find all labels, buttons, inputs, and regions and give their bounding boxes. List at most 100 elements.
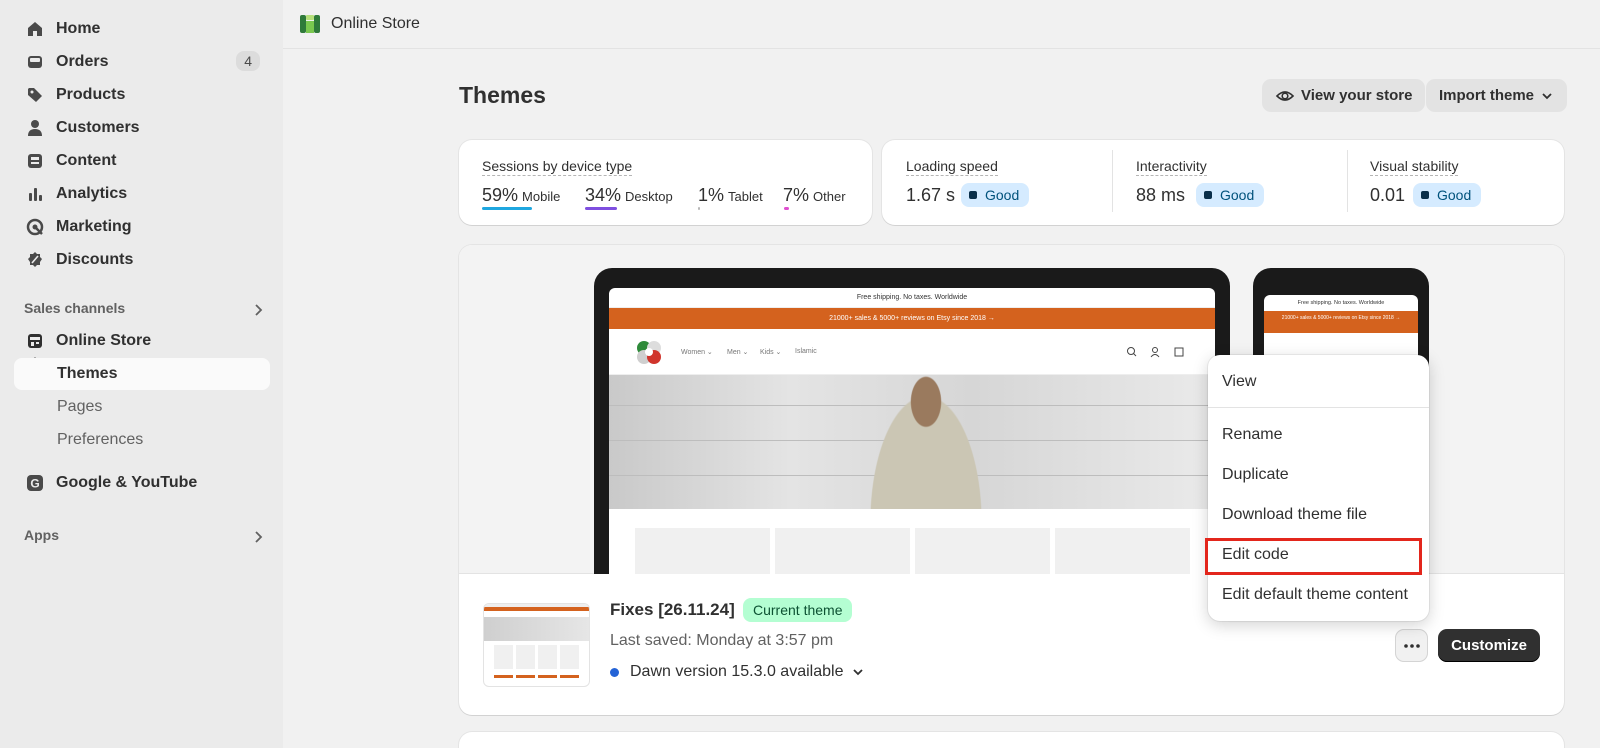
- visual-stability-title[interactable]: Visual stability: [1370, 158, 1459, 176]
- store-menu-women: Women ⌄: [681, 349, 713, 356]
- sidebar: Home Orders 4 Products Customers Content…: [0, 0, 283, 748]
- promo-bar: 21000+ sales & 5000+ reviews on Etsy sin…: [609, 308, 1215, 329]
- status-badge: Good: [961, 183, 1030, 207]
- menu-item-duplicate[interactable]: Duplicate: [1222, 466, 1289, 484]
- last-saved-text: Last saved: Monday at 3:57 pm: [610, 632, 834, 649]
- import-theme-button[interactable]: Import theme: [1426, 79, 1568, 112]
- sessions-title[interactable]: Sessions by device type: [482, 158, 633, 176]
- desktop-preview[interactable]: Free shipping. No taxes. Worldwide 21000…: [594, 268, 1230, 574]
- sidebar-item-label: Analytics: [56, 185, 128, 202]
- import-theme-label: Import theme: [1439, 87, 1535, 104]
- loading-speed-value: 1.67 s: [906, 185, 956, 205]
- version-available-dropdown[interactable]: Dawn version 15.3.0 available: [610, 663, 865, 681]
- home-icon: [25, 19, 45, 39]
- other-share-bar: [784, 207, 789, 210]
- person-icon: [25, 118, 45, 138]
- version-label: Dawn version 15.3.0 available: [630, 663, 844, 680]
- theme-actions-menu: View Rename Duplicate Download theme fil…: [1208, 355, 1429, 621]
- device-pct: 34%: [585, 185, 622, 205]
- view-store-button[interactable]: View your store: [1262, 79, 1426, 112]
- customize-button[interactable]: Customize: [1438, 629, 1540, 662]
- interactivity-title[interactable]: Interactivity: [1136, 158, 1207, 176]
- sidebar-item-orders[interactable]: Orders 4: [14, 46, 270, 78]
- store-logo-icon: [637, 341, 661, 364]
- sidebar-item-marketing[interactable]: Marketing: [14, 211, 270, 243]
- update-dot-icon: [610, 667, 619, 677]
- tag-icon: [25, 85, 45, 105]
- theme-library-card: [459, 732, 1564, 748]
- more-actions-button[interactable]: [1395, 629, 1428, 662]
- mobile-promo: 21000+ sales & 5000+ reviews on Etsy sin…: [1264, 311, 1418, 333]
- online-store-logo-icon: [300, 15, 320, 33]
- product-grid: [609, 509, 1215, 574]
- svg-text:G: G: [30, 477, 39, 491]
- ellipsis-icon: [1403, 643, 1420, 648]
- sidebar-item-preferences[interactable]: Preferences: [14, 424, 270, 456]
- menu-item-view[interactable]: View: [1222, 373, 1256, 391]
- view-store-label: View your store: [1301, 87, 1413, 104]
- store-icon: [25, 331, 45, 351]
- store-nav: Women ⌄ Men ⌄ Kids ⌄ Islamic: [609, 329, 1215, 375]
- status-dot-icon: [1421, 191, 1429, 199]
- device-tablet: 1% Tablet: [698, 185, 763, 206]
- divider: [1112, 150, 1113, 212]
- theme-name: Fixes [26.11.24]: [610, 600, 735, 619]
- sidebar-item-analytics[interactable]: Analytics: [14, 178, 270, 210]
- google-icon: G: [25, 473, 45, 493]
- menu-item-rename[interactable]: Rename: [1222, 426, 1282, 444]
- sidebar-item-label: Google & YouTube: [56, 474, 198, 491]
- device-other: 7% Other: [783, 185, 846, 206]
- device-pct: 59%: [482, 185, 519, 205]
- chevron-down-icon: [1542, 92, 1552, 99]
- mobile-share-bar: [482, 207, 532, 210]
- status-badge: Good: [1413, 183, 1482, 207]
- status-label: Good: [1437, 187, 1472, 203]
- sidebar-item-pages[interactable]: Pages: [14, 391, 270, 423]
- menu-item-edit-default-theme-content[interactable]: Edit default theme content: [1222, 586, 1408, 604]
- menu-item-download-theme-file[interactable]: Download theme file: [1222, 506, 1367, 524]
- announcement-bar: Free shipping. No taxes. Worldwide: [609, 288, 1215, 308]
- sidebar-item-label: Products: [56, 86, 126, 103]
- device-mobile: 59% Mobile: [482, 185, 560, 206]
- inbox-icon: [25, 52, 45, 72]
- sessions-card: [459, 140, 872, 225]
- sidebar-item-content[interactable]: Content: [14, 145, 270, 177]
- sidebar-item-online-store[interactable]: Online Store: [14, 325, 270, 357]
- page-title: Themes: [459, 82, 546, 108]
- store-menu-islamic: Islamic: [795, 348, 817, 355]
- sidebar-item-products[interactable]: Products: [14, 79, 270, 111]
- current-theme-badge: Current theme: [743, 598, 853, 622]
- store-header-icons: [1127, 347, 1184, 358]
- status-dot-icon: [1204, 191, 1212, 199]
- tablet-share-bar: [698, 207, 700, 210]
- desktop-share-bar: [585, 207, 617, 210]
- sidebar-item-discounts[interactable]: Discounts: [14, 244, 270, 276]
- content-icon: [25, 151, 45, 171]
- hero-image: [609, 375, 1215, 509]
- apps-heading[interactable]: Apps: [24, 527, 59, 543]
- visual-stability-value: 0.01: [1370, 185, 1406, 205]
- sidebar-item-themes[interactable]: Themes: [14, 358, 270, 390]
- sidebar-item-label: Content: [56, 152, 117, 169]
- status-label: Good: [985, 187, 1020, 203]
- sidebar-item-home[interactable]: Home: [14, 13, 270, 45]
- sidebar-item-label: Marketing: [56, 218, 132, 235]
- device-label: Tablet: [728, 189, 763, 204]
- divider: [1347, 150, 1348, 212]
- sidebar-item-label: Discounts: [56, 251, 134, 268]
- sidebar-item-customers[interactable]: Customers: [14, 112, 270, 144]
- chevron-right-icon[interactable]: [250, 529, 266, 545]
- loading-speed-title[interactable]: Loading speed: [906, 158, 998, 176]
- device-label: Other: [813, 189, 846, 204]
- sidebar-item-google-youtube[interactable]: G Google & YouTube: [14, 467, 270, 499]
- bar-chart-icon: [25, 184, 45, 204]
- store-menu-kids: Kids ⌄: [760, 349, 782, 356]
- sidebar-item-label: Orders: [56, 53, 109, 70]
- status-dot-icon: [969, 191, 977, 199]
- device-pct: 7%: [783, 185, 810, 205]
- theme-thumbnail[interactable]: [483, 603, 590, 687]
- device-label: Mobile: [522, 189, 561, 204]
- sales-channels-heading[interactable]: Sales channels: [24, 300, 125, 316]
- chevron-right-icon[interactable]: [250, 302, 266, 318]
- store-menu-men: Men ⌄: [727, 349, 749, 356]
